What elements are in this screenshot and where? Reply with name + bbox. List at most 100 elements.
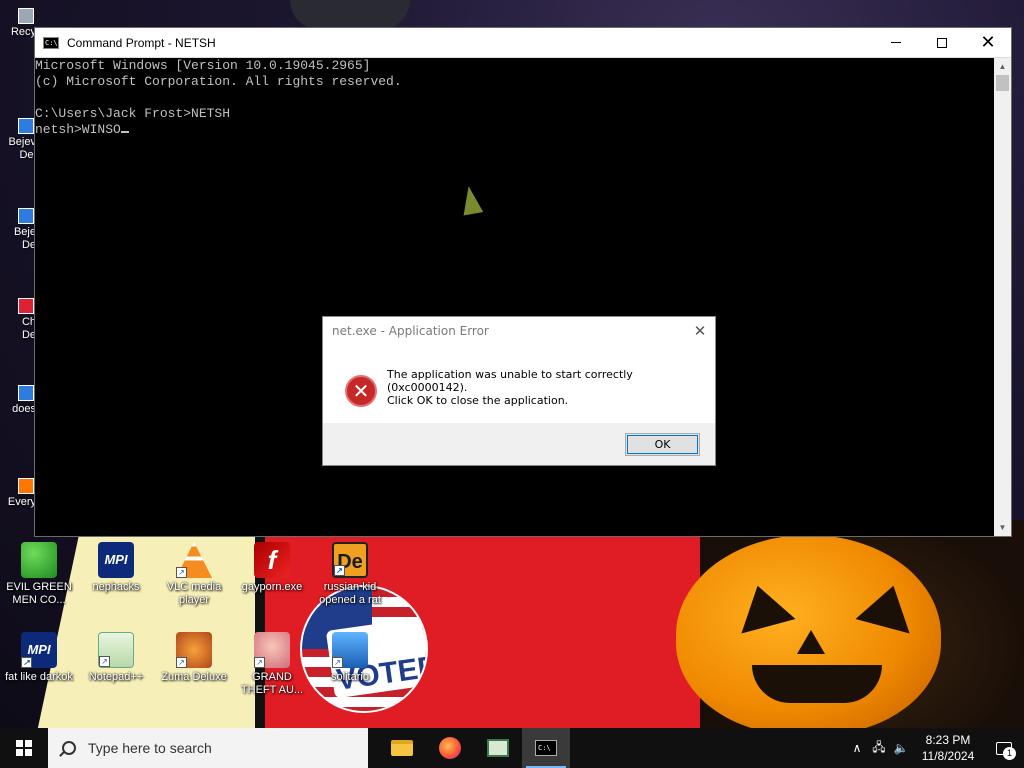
error-icon: ✕ bbox=[345, 375, 377, 407]
pumpkin-mouth bbox=[752, 665, 882, 703]
volume-icon[interactable]: 🔈 bbox=[890, 741, 912, 755]
desktop-icon-vlc[interactable]: ↗ VLC media player bbox=[156, 542, 232, 607]
taskbar-command-prompt[interactable]: C:\ bbox=[522, 728, 570, 768]
dialog-close-button[interactable]: ✕ bbox=[685, 322, 715, 340]
maximize-button[interactable] bbox=[919, 28, 965, 58]
shortcut-arrow-icon: ↗ bbox=[176, 657, 187, 668]
desktop-icon-label: VLC media player bbox=[166, 581, 222, 606]
desktop-icon-fat-like-darkok[interactable]: MPI ↗ fat like darkok bbox=[1, 632, 77, 684]
desktop-icon-bejeweled-1[interactable]: Bejev Del bbox=[0, 118, 36, 162]
clock-date: 11/8/2024 bbox=[921, 749, 975, 763]
ok-button[interactable]: OK bbox=[625, 433, 700, 456]
shortcut-arrow-icon: ↗ bbox=[254, 657, 265, 668]
search-icon bbox=[62, 741, 76, 755]
desktop-icon-every[interactable]: Every bbox=[0, 478, 36, 509]
dialog-content: ✕ The application was unable to start co… bbox=[323, 345, 715, 425]
shortcut-arrow-icon: ↗ bbox=[334, 565, 345, 576]
mpi-icon: MPI bbox=[98, 542, 134, 578]
desktop-icon-label: Every bbox=[7, 496, 36, 508]
notepad-icon: ↗ bbox=[98, 632, 134, 668]
shortcut-arrow-icon: ↗ bbox=[176, 567, 187, 578]
minimize-button[interactable] bbox=[873, 28, 919, 58]
console-input-line: netsh>WINSO bbox=[35, 122, 121, 137]
shortcut-icon bbox=[18, 385, 34, 401]
console-line: C:\Users\Jack Frost>NETSH bbox=[35, 106, 231, 121]
clock[interactable]: 8:23 PM 11/8/2024 bbox=[912, 732, 984, 764]
desktop-icon-russian-kid[interactable]: De ↗ russian kid opened a rat bbox=[312, 542, 388, 607]
desktop-icon-label: nephacks bbox=[92, 581, 140, 593]
shortcut-icon bbox=[18, 298, 34, 314]
wallpaper-top-shape bbox=[290, 0, 410, 30]
taskbar-firefox[interactable] bbox=[426, 728, 474, 768]
mouse-cursor-sprite bbox=[458, 184, 484, 216]
desktop-icon-does[interactable]: does bbox=[0, 385, 36, 416]
desktop-icon-evil-green-men[interactable]: EVIL GREEN MEN CO... bbox=[1, 542, 77, 607]
shortcut-icon bbox=[18, 478, 34, 494]
taskbar-search[interactable]: Type here to search bbox=[48, 728, 368, 768]
flash-icon: f bbox=[254, 542, 290, 578]
desktop-icon-label: gayporn.exe bbox=[241, 581, 303, 593]
shortcut-arrow-icon: ↗ bbox=[332, 657, 343, 668]
green-men-icon bbox=[21, 542, 57, 578]
dialog-titlebar[interactable]: net.exe - Application Error ✕ bbox=[323, 317, 715, 345]
action-center-button[interactable]: 1 bbox=[984, 728, 1024, 768]
file-explorer-icon bbox=[391, 740, 413, 756]
command-prompt-icon: C:\ bbox=[535, 740, 557, 756]
desktop-icon-label: GRAND THEFT AU... bbox=[240, 671, 304, 696]
desktop-icon-solitario[interactable]: ↗ solitario bbox=[312, 632, 388, 684]
dialog-title: net.exe - Application Error bbox=[332, 324, 489, 338]
shortcut-arrow-icon: ↗ bbox=[99, 656, 110, 667]
minimize-icon bbox=[891, 42, 901, 43]
mpi-icon: MPI ↗ bbox=[21, 632, 57, 668]
desktop-icon-label: Beje De bbox=[13, 226, 36, 251]
shortcut-icon bbox=[18, 208, 34, 224]
solitaire-icon: ↗ bbox=[332, 632, 368, 668]
taskbar-file-explorer[interactable] bbox=[378, 728, 426, 768]
scroll-down-arrow-icon[interactable]: ▼ bbox=[994, 519, 1011, 536]
desktop-icon-notepad-plus[interactable]: ↗ Notepad++ bbox=[78, 632, 154, 684]
shortcut-icon bbox=[18, 118, 34, 134]
windows-logo-icon bbox=[16, 740, 32, 756]
de-icon: De ↗ bbox=[332, 542, 368, 578]
application-error-dialog[interactable]: net.exe - Application Error ✕ ✕ The appl… bbox=[322, 316, 716, 466]
desktop-icon-chuzzle[interactable]: Ch De bbox=[0, 298, 36, 342]
desktop-icon-nephacks[interactable]: MPI nephacks bbox=[78, 542, 154, 594]
vertical-scrollbar[interactable]: ▲ ▼ bbox=[994, 58, 1011, 536]
console-line: (c) Microsoft Corporation. All rights re… bbox=[35, 74, 402, 89]
dialog-footer: OK bbox=[323, 423, 715, 465]
network-icon[interactable]: 🖧 bbox=[868, 738, 890, 759]
desktop-icon-gayporn-exe[interactable]: f gayporn.exe bbox=[234, 542, 310, 594]
gta-icon: ↗ bbox=[254, 632, 290, 668]
desktop-icon-label: russian kid opened a rat bbox=[319, 581, 381, 606]
desktop-icon-zuma-deluxe[interactable]: ↗ Zuma Deluxe bbox=[156, 632, 232, 684]
desktop-icon-gta[interactable]: ↗ GRAND THEFT AU... bbox=[234, 632, 310, 697]
close-icon: ✕ bbox=[980, 31, 996, 53]
chevron-up-icon[interactable]: ∧ bbox=[846, 741, 868, 755]
desktop-icon-recycle-bin[interactable]: Recy bbox=[0, 8, 36, 39]
desktop-icon-label: Zuma Deluxe bbox=[161, 671, 227, 683]
desktop-icon-label: Notepad++ bbox=[88, 671, 144, 683]
shortcut-arrow-icon: ↗ bbox=[21, 657, 32, 668]
command-prompt-icon: C:\ bbox=[43, 36, 59, 49]
console-line: Microsoft Windows [Version 10.0.19045.29… bbox=[35, 58, 371, 73]
search-placeholder: Type here to search bbox=[88, 740, 212, 756]
text-cursor bbox=[120, 131, 129, 133]
desktop-icon-label: does bbox=[12, 403, 36, 415]
scroll-up-arrow-icon[interactable]: ▲ bbox=[994, 58, 1011, 75]
desktop-icon-label: EVIL GREEN MEN CO... bbox=[6, 581, 72, 606]
cmd-window-title: Command Prompt - NETSH bbox=[67, 35, 216, 50]
console-output: Microsoft Windows [Version 10.0.19045.29… bbox=[35, 58, 402, 138]
scrollbar-thumb[interactable] bbox=[996, 75, 1009, 91]
dialog-message-line: Click OK to close the application. bbox=[387, 393, 569, 407]
zuma-icon: ↗ bbox=[176, 632, 212, 668]
taskbar-app[interactable] bbox=[474, 728, 522, 768]
start-button[interactable] bbox=[0, 728, 48, 768]
desktop-icon-label: Recy bbox=[10, 26, 36, 38]
dialog-message-line: The application was unable to start corr… bbox=[387, 367, 633, 394]
close-button[interactable]: ✕ bbox=[965, 28, 1011, 58]
app-icon bbox=[487, 739, 509, 757]
desktop-icon-label: Bejev Del bbox=[8, 136, 36, 161]
desktop-icon-bejeweled-2[interactable]: Beje De bbox=[0, 208, 36, 252]
taskbar: Type here to search C:\ ∧ 🖧 🔈 8:23 PM 11… bbox=[0, 728, 1024, 768]
cmd-titlebar[interactable]: C:\ Command Prompt - NETSH ✕ bbox=[35, 28, 1011, 58]
